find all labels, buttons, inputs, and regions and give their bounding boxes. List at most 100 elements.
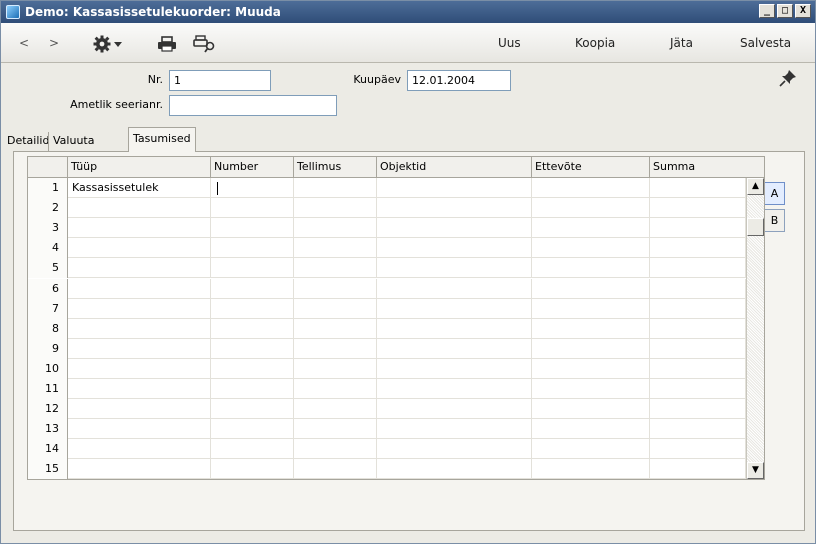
cell-objects[interactable]	[377, 298, 532, 319]
cell-number[interactable]	[211, 178, 294, 198]
cell-type[interactable]	[68, 298, 211, 319]
forward-button[interactable]: >	[49, 23, 59, 63]
cell-sum[interactable]	[650, 379, 746, 399]
column-header-sum[interactable]: Summa	[650, 157, 766, 178]
cell-type[interactable]	[68, 218, 211, 239]
cell-order[interactable]	[294, 379, 377, 399]
cell-objects[interactable]	[377, 318, 532, 339]
cell-number[interactable]	[211, 338, 294, 359]
cell-number[interactable]	[211, 399, 294, 420]
cell-type[interactable]	[68, 459, 211, 480]
cell-objects[interactable]	[377, 439, 532, 460]
scroll-down-button[interactable]: ▼	[747, 462, 764, 479]
cell-order[interactable]	[294, 459, 377, 480]
cell-type[interactable]	[68, 379, 211, 399]
cell-sum[interactable]	[650, 459, 746, 480]
print-preview-button[interactable]	[193, 35, 217, 53]
cell-company[interactable]	[532, 258, 650, 279]
side-tab-b[interactable]: B	[765, 209, 785, 232]
cell-objects[interactable]	[377, 258, 532, 279]
cell-number[interactable]	[211, 379, 294, 399]
cell-sum[interactable]	[650, 258, 746, 279]
pin-button[interactable]	[779, 69, 797, 90]
cell-number[interactable]	[211, 459, 294, 480]
print-button[interactable]	[157, 36, 177, 52]
cell-type[interactable]	[68, 338, 211, 359]
cell-objects[interactable]	[377, 338, 532, 359]
cell-type[interactable]	[68, 419, 211, 440]
cell-objects[interactable]	[377, 238, 532, 259]
cell-order[interactable]	[294, 258, 377, 279]
cell-type[interactable]	[68, 318, 211, 339]
table-row[interactable]: 12	[28, 399, 764, 420]
settings-button[interactable]	[93, 35, 125, 53]
cell-objects[interactable]	[377, 178, 532, 198]
cell-order[interactable]	[294, 419, 377, 440]
cell-company[interactable]	[532, 198, 650, 219]
minimize-button[interactable]: _	[759, 4, 775, 18]
table-row[interactable]: 3	[28, 218, 764, 239]
cell-company[interactable]	[532, 439, 650, 460]
new-button[interactable]: Uus	[498, 23, 521, 63]
cell-type[interactable]	[68, 439, 211, 460]
cell-company[interactable]	[532, 379, 650, 399]
cell-order[interactable]	[294, 178, 377, 198]
cell-sum[interactable]	[650, 238, 746, 259]
table-row[interactable]: 5	[28, 258, 764, 279]
cell-order[interactable]	[294, 218, 377, 239]
cell-number[interactable]	[211, 419, 294, 440]
table-row[interactable]: 4	[28, 238, 764, 259]
cell-order[interactable]	[294, 358, 377, 379]
cell-number[interactable]	[211, 278, 294, 299]
side-tab-a[interactable]: A	[765, 182, 785, 205]
cell-objects[interactable]	[377, 379, 532, 399]
column-header-type[interactable]: Tüüp	[68, 157, 211, 178]
cell-number[interactable]	[211, 298, 294, 319]
cell-order[interactable]	[294, 338, 377, 359]
cell-company[interactable]	[532, 318, 650, 339]
cell-sum[interactable]	[650, 419, 746, 440]
save-button[interactable]: Salvesta	[740, 23, 791, 63]
table-row[interactable]: 10	[28, 358, 764, 379]
cell-number[interactable]	[211, 218, 294, 239]
official-serial-field[interactable]	[169, 95, 337, 116]
cell-objects[interactable]	[377, 278, 532, 299]
tab-valuuta[interactable]: Valuuta	[48, 132, 98, 152]
cell-company[interactable]	[532, 218, 650, 239]
column-header-number[interactable]: Number	[211, 157, 294, 178]
table-row[interactable]: 7	[28, 298, 764, 319]
cell-order[interactable]	[294, 298, 377, 319]
column-header-objects[interactable]: Objektid	[377, 157, 532, 178]
cell-sum[interactable]	[650, 198, 746, 219]
cell-company[interactable]	[532, 178, 650, 198]
date-field[interactable]: 12.01.2004	[407, 70, 511, 91]
maximize-button[interactable]: □	[777, 4, 793, 18]
cell-type[interactable]	[68, 278, 211, 299]
table-row[interactable]: 8	[28, 318, 764, 339]
cell-sum[interactable]	[650, 338, 746, 359]
table-row[interactable]: 2	[28, 198, 764, 219]
table-row[interactable]: 6	[28, 278, 764, 299]
cell-sum[interactable]	[650, 218, 746, 239]
cell-number[interactable]	[211, 358, 294, 379]
tab-detailid[interactable]: Detailid	[3, 132, 53, 152]
cell-order[interactable]	[294, 439, 377, 460]
table-row[interactable]: 13	[28, 419, 764, 440]
back-button[interactable]: <	[19, 23, 29, 63]
cell-objects[interactable]	[377, 218, 532, 239]
cell-company[interactable]	[532, 459, 650, 480]
cell-type[interactable]	[68, 258, 211, 279]
cell-order[interactable]	[294, 318, 377, 339]
copy-button[interactable]: Koopia	[575, 23, 615, 63]
cell-number[interactable]	[211, 439, 294, 460]
close-button[interactable]: X	[795, 4, 811, 18]
cell-order[interactable]	[294, 198, 377, 219]
leave-button[interactable]: Jäta	[670, 23, 693, 63]
table-row[interactable]: 9	[28, 338, 764, 359]
cell-company[interactable]	[532, 338, 650, 359]
cell-objects[interactable]	[377, 358, 532, 379]
vertical-scrollbar[interactable]: ▲ ▼	[746, 178, 764, 479]
cell-type[interactable]: Kassasissetulek	[68, 178, 211, 198]
tab-tasumised[interactable]: Tasumised	[128, 127, 196, 152]
cell-company[interactable]	[532, 238, 650, 259]
